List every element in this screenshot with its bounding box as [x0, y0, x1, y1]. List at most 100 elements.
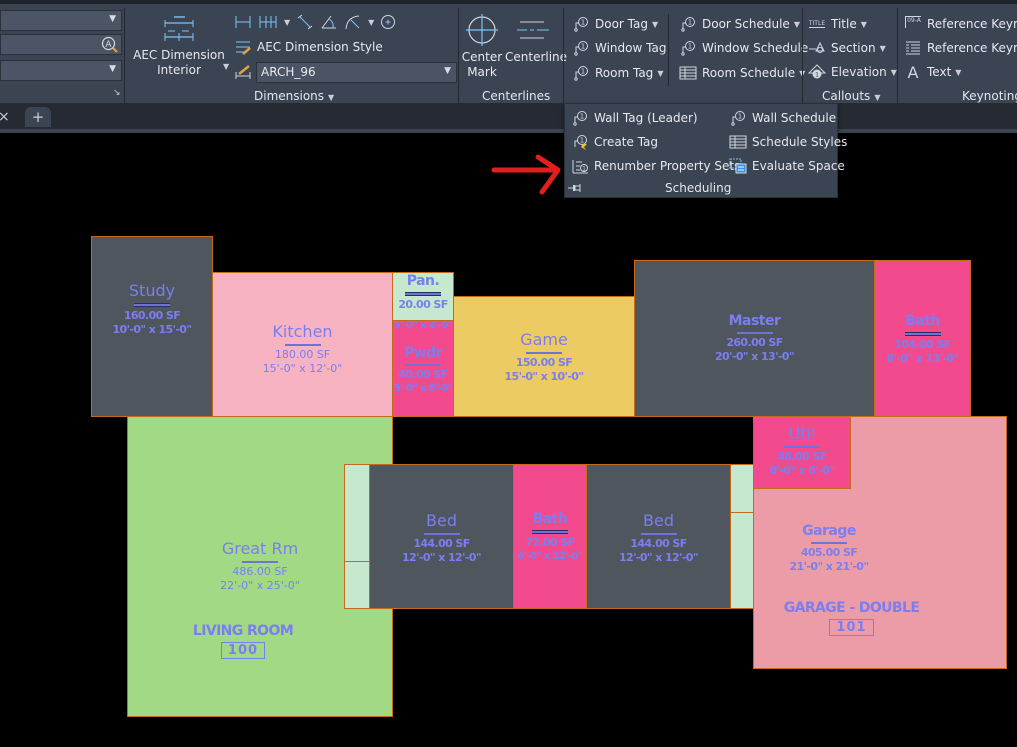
room-dimensions: 12'-0" x 12'-0" — [401, 551, 482, 564]
linear-dimension-icon[interactable] — [234, 14, 252, 30]
closet[interactable] — [344, 464, 370, 562]
room-kitchen[interactable]: Kitchen 180.00 SF 15'-0" x 12'-0" — [212, 272, 393, 417]
aec-dimension-style-button[interactable]: AEC Dimension Style — [234, 39, 383, 55]
button-label: Evaluate Space — [752, 159, 845, 173]
svg-text:1: 1 — [581, 43, 585, 51]
continuous-dimension-icon[interactable] — [258, 14, 278, 30]
panel-title-dimensions[interactable]: Dimensions ▼ — [254, 89, 334, 103]
room-dimensions: 15'-0" x 12'-0" — [262, 362, 343, 375]
tag-icon: 1 — [572, 40, 590, 56]
search-icon[interactable]: A — [101, 36, 118, 53]
room-name: Garage — [802, 523, 856, 539]
svg-text:1: 1 — [581, 68, 585, 76]
room-powder[interactable]: 5'-0" x 4'-0" Pwdr 40.00 SF 5'-0" x 8'-0… — [392, 320, 454, 417]
tag-icon: 1 — [679, 16, 697, 32]
centerline-button[interactable]: Centerline — [505, 14, 567, 65]
style-combo[interactable]: ▼ — [0, 60, 122, 81]
button-label: Section — [831, 41, 876, 55]
room-bed-1[interactable]: Bed 144.00 SF 12'-0" x 12'-0" — [369, 464, 514, 609]
center-dimension-icon[interactable] — [380, 14, 396, 30]
room-pantry[interactable]: Pan. 20.00 SF — [392, 272, 454, 322]
room-tag-divider — [284, 344, 321, 346]
room-schedule-button[interactable]: Room Schedule▼ — [679, 65, 805, 81]
button-label: Mark — [467, 65, 497, 79]
section-callout-button[interactable]: Section ▼ — [808, 40, 886, 56]
pin-panel-icon[interactable] — [568, 183, 582, 193]
room-bath-2[interactable]: Bath 72.00 SF 6'-0" x 12'-0" — [513, 464, 587, 609]
button-label: Renumber Property Sets — [594, 159, 741, 173]
svg-text:1: 1 — [581, 19, 585, 27]
button-label: Room Schedule — [702, 66, 796, 80]
button-label: Create Tag — [594, 135, 659, 149]
panel-title-callouts[interactable]: Callouts ▼ — [822, 89, 880, 103]
center-mark-button[interactable]: Center Mark — [461, 14, 503, 80]
panel-separator — [124, 8, 125, 104]
radius-dimension-icon[interactable] — [344, 14, 362, 30]
button-label: Window Tag — [595, 41, 667, 55]
room-area: 104.00 SF — [894, 338, 951, 351]
room-area: 144.00 SF — [630, 537, 687, 550]
button-label: Wall Tag (Leader) — [594, 111, 698, 125]
dimension-style-select[interactable]: ARCH_96 ▼ — [256, 62, 457, 83]
renumber-property-sets-button[interactable]: 1 Renumber Property Sets — [571, 158, 740, 174]
room-game[interactable]: Game 150.00 SF 15'-0" x 10'-0" — [453, 296, 635, 417]
button-label: Wall Schedule — [752, 111, 837, 125]
tag-icon: 1 — [572, 65, 590, 81]
room-master[interactable]: Master 260.00 SF 20'-0" x 13'-0" — [634, 260, 875, 417]
title-mark-icon: TITLE — [808, 16, 826, 32]
reference-keynote-legend-button[interactable]: Reference Keynote — [904, 40, 1017, 56]
drawing-canvas[interactable]: Study 160.00 SF 10'-0" x 15'-0" Kitchen … — [0, 134, 1017, 747]
aec-dimension-interior-button[interactable]: AEC Dimension Interior — [133, 14, 225, 78]
room-tag-divider — [904, 332, 941, 336]
svg-text:1: 1 — [815, 72, 819, 79]
title-callout-button[interactable]: TITLE Title ▼ — [808, 16, 867, 32]
text-button[interactable]: A Text ▼ — [904, 62, 962, 82]
panel-title-text: Dimensions — [254, 89, 325, 103]
reference-keynote-button[interactable]: 09-A Reference Keynote — [904, 16, 1017, 32]
file-tab-bar: × + — [0, 103, 1017, 133]
button-label: Title — [831, 17, 857, 31]
closet[interactable] — [730, 464, 755, 513]
room-area: 48.00 SF — [777, 450, 827, 463]
create-tag-button[interactable]: 1 Create Tag — [571, 134, 658, 150]
tag-icon: 1 — [679, 40, 697, 56]
schedule-styles-button[interactable]: Schedule Styles — [729, 134, 847, 150]
evaluate-space-button[interactable]: Evaluate Space — [729, 158, 845, 174]
text-icon: A — [907, 62, 919, 82]
search-field[interactable]: A — [0, 34, 122, 55]
room-tag-button[interactable]: 1 Room Tag ▼ — [572, 65, 663, 81]
dropdown-arrow-icon[interactable]: ▼ — [284, 18, 290, 27]
panel-launcher-icon[interactable]: ↘ — [113, 88, 121, 98]
wall-schedule-button[interactable]: 1 Wall Schedule — [729, 110, 836, 126]
wall-tag-leader-button[interactable]: 1 Wall Tag (Leader) — [571, 110, 698, 126]
table-icon — [679, 65, 697, 81]
svg-text:A: A — [105, 40, 112, 50]
scheduling-panel-dropdown: 1 Wall Tag (Leader) 1 Create Tag 1 Renum… — [564, 103, 847, 198]
aligned-dimension-icon[interactable] — [296, 14, 314, 30]
room-area: 405.00 SF — [800, 546, 858, 559]
panel-title-text: Callouts — [822, 89, 871, 103]
button-label: Window Schedule — [702, 41, 809, 55]
room-name: Master — [728, 313, 781, 329]
new-tab-button[interactable]: + — [25, 107, 51, 127]
elevation-callout-button[interactable]: 1 Elevation ▼ — [808, 64, 897, 80]
door-tag-button[interactable]: 1 Door Tag ▼ — [572, 16, 658, 32]
room-utility[interactable]: Util 48.00 SF 8'-0" x 6'-0" — [753, 416, 851, 489]
dropdown-arrow-icon[interactable]: ▼ — [368, 18, 374, 27]
dropdown-arrow-icon[interactable]: ▼ — [223, 62, 229, 71]
button-label: AEC Dimension — [133, 48, 225, 62]
room-master-bath[interactable]: Bath 104.00 SF 8'-0" x 13'-0" — [874, 260, 971, 417]
layer-combo[interactable]: ▼ — [0, 10, 122, 31]
room-study[interactable]: Study 160.00 SF 10'-0" x 15'-0" — [91, 236, 213, 417]
close-tab-icon[interactable]: × — [0, 109, 10, 125]
room-area: 72.00 SF — [525, 536, 575, 549]
closet[interactable] — [344, 561, 370, 609]
button-label: Schedule Styles — [752, 135, 848, 149]
door-schedule-button[interactable]: 1 Door Schedule ▼ — [679, 16, 800, 32]
button-label: Elevation — [831, 65, 887, 79]
room-bed-2[interactable]: Bed 144.00 SF 12'-0" x 12'-0" — [586, 464, 731, 609]
window-schedule-button[interactable]: 1 Window Schedule — [679, 40, 808, 56]
angular-dimension-icon[interactable] — [320, 14, 338, 30]
closet[interactable] — [730, 512, 755, 609]
window-tag-button[interactable]: 1 Window Tag — [572, 40, 666, 56]
